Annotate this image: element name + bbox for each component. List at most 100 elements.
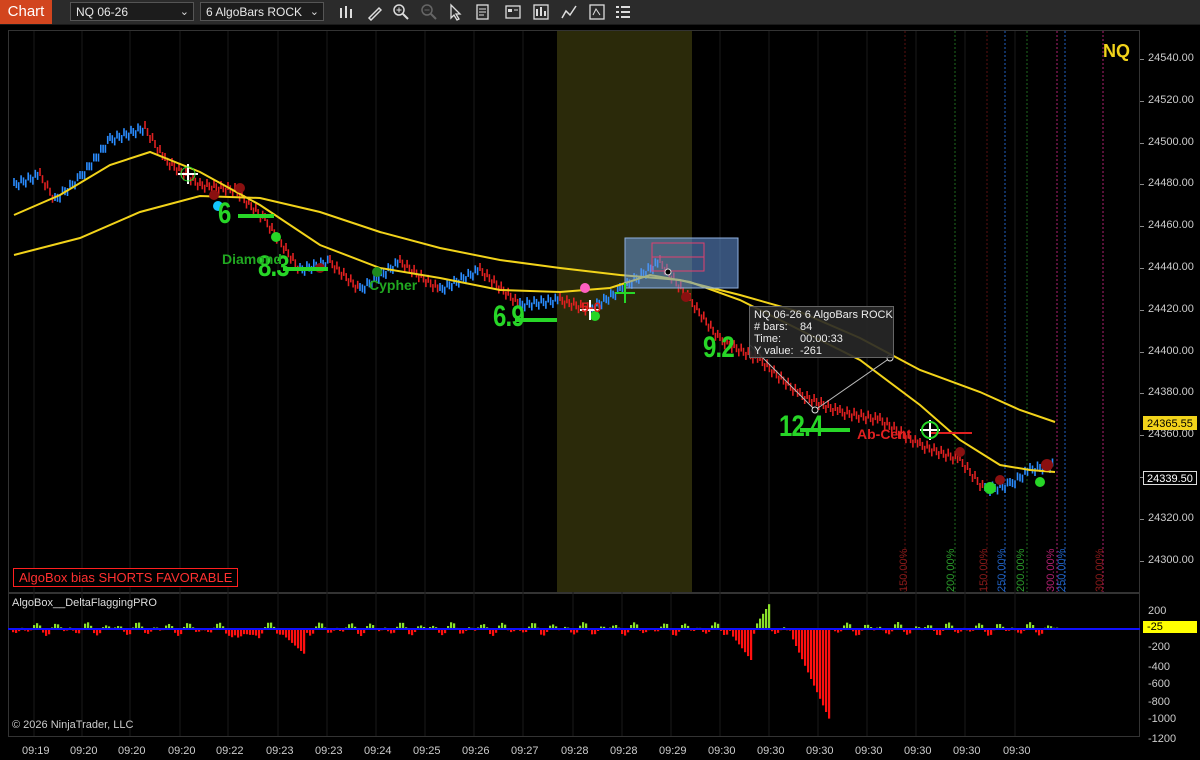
pattern-label: Ab-Cent bbox=[857, 426, 912, 442]
price-tick-label: 24320.00 bbox=[1148, 511, 1194, 524]
delta-bar bbox=[765, 609, 768, 629]
delta-bar bbox=[762, 613, 765, 629]
indicator-tick-label: -25 bbox=[1143, 621, 1197, 633]
delta-bar bbox=[810, 629, 813, 679]
data-tooltip: NQ 06-26 6 AlgoBars ROCK # bars: 84 Time:… bbox=[749, 306, 894, 358]
delta-bar bbox=[897, 622, 900, 629]
time-tick-label: 09:20 bbox=[168, 745, 196, 757]
session-highlight bbox=[557, 31, 692, 592]
time-tick-label: 09:30 bbox=[855, 745, 883, 757]
indicator-title: AlgoBox__DeltaFlaggingPRO bbox=[12, 597, 157, 609]
time-tick-label: 09:29 bbox=[659, 745, 687, 757]
signal-label: 6 bbox=[218, 197, 231, 230]
time-tick-label: 09:22 bbox=[216, 745, 244, 757]
delta-bar bbox=[747, 629, 750, 657]
delta-bar bbox=[816, 629, 819, 693]
pattern-label: 5-0 bbox=[581, 299, 602, 315]
moving-average-fast bbox=[13, 150, 1056, 473]
delta-bar bbox=[744, 629, 747, 653]
delta-bar bbox=[45, 629, 48, 636]
indicator-tick-label: -1000 bbox=[1148, 713, 1177, 725]
time-tick-label: 09:26 bbox=[462, 745, 490, 757]
price-tick bbox=[1140, 560, 1144, 562]
delta-bar bbox=[258, 629, 261, 639]
measure-point bbox=[664, 268, 672, 276]
indicator-tick-label: 200 bbox=[1148, 605, 1167, 617]
delta-bar bbox=[768, 604, 771, 629]
signal-dot bbox=[1035, 477, 1045, 487]
price-tick bbox=[1140, 100, 1144, 102]
time-tick-label: 09:25 bbox=[413, 745, 441, 757]
indicator-tick-label: -600 bbox=[1148, 678, 1171, 690]
delta-bar bbox=[450, 622, 453, 629]
indicator-tick-label: -400 bbox=[1148, 661, 1171, 673]
time-tick-label: 09:20 bbox=[70, 745, 98, 757]
price-tick bbox=[1140, 309, 1144, 311]
time-tick-label: 09:30 bbox=[953, 745, 981, 757]
time-tick-label: 09:20 bbox=[118, 745, 146, 757]
price-tick-label: 24460.00 bbox=[1148, 219, 1194, 232]
pattern-label: Cypher bbox=[369, 277, 418, 293]
time-tick-label: 09:30 bbox=[904, 745, 932, 757]
delta-bar bbox=[735, 629, 738, 641]
delta-bar bbox=[738, 629, 741, 645]
price-tick bbox=[1140, 393, 1144, 395]
delta-bar bbox=[807, 629, 810, 673]
price-tick bbox=[1140, 226, 1144, 228]
signal-dot bbox=[235, 183, 245, 193]
time-tick-label: 09:23 bbox=[315, 745, 343, 757]
delta-bar bbox=[285, 629, 288, 638]
percent-label: 150.00% bbox=[898, 548, 910, 592]
delta-bar bbox=[819, 629, 822, 699]
copyright-text: © 2026 NinjaTrader, LLC bbox=[12, 719, 134, 731]
price-tick-label: 24420.00 bbox=[1148, 302, 1194, 315]
signal-dot bbox=[1041, 459, 1053, 471]
delta-bar bbox=[240, 629, 243, 637]
signal-dot bbox=[681, 292, 691, 302]
bias-banner: AlgoBox bias SHORTS FAVORABLE bbox=[13, 568, 239, 587]
price-tick-label: 24500.00 bbox=[1148, 135, 1194, 148]
percent-label: 250.00% bbox=[996, 548, 1008, 592]
tooltip-value: 84 bbox=[800, 321, 813, 333]
delta-bar bbox=[360, 629, 363, 636]
time-tick-label: 09:30 bbox=[708, 745, 736, 757]
delta-bar bbox=[750, 629, 753, 660]
signal-dash bbox=[238, 214, 274, 218]
time-tick-label: 09:24 bbox=[364, 745, 392, 757]
delta-bar bbox=[294, 629, 297, 646]
price-tick-label: 24540.00 bbox=[1148, 52, 1194, 64]
percent-label: 200.00% bbox=[1015, 548, 1027, 592]
delta-bar bbox=[582, 622, 585, 629]
delta-bar bbox=[303, 629, 306, 654]
target-lines bbox=[904, 31, 1104, 592]
delta-bar bbox=[759, 618, 762, 629]
signal-dot bbox=[995, 475, 1005, 485]
signal-dot bbox=[271, 232, 281, 242]
delta-bar bbox=[492, 629, 495, 636]
signal-label: 12.4 bbox=[779, 410, 823, 443]
delta-bar bbox=[291, 629, 294, 643]
percent-label: 250.00% bbox=[1056, 548, 1068, 592]
delta-bar bbox=[822, 629, 825, 706]
delta-bar bbox=[1029, 622, 1032, 629]
time-tick-label: 09:19 bbox=[22, 745, 50, 757]
signal-label: 6.9 bbox=[493, 300, 525, 333]
price-axis[interactable]: 24540.00 24520.00 24500.00 24480.00 24460.00… bbox=[1140, 30, 1200, 745]
price-tick-label: 24380.00 bbox=[1148, 386, 1194, 399]
zone-box bbox=[624, 237, 739, 289]
time-tick-label: 09:30 bbox=[1003, 745, 1031, 757]
tooltip-key: Y value: bbox=[754, 345, 794, 357]
delta-bar bbox=[813, 629, 816, 686]
tooltip-key: # bars: bbox=[754, 321, 788, 333]
delta-bar bbox=[297, 629, 300, 649]
price-badge: 24339.50 bbox=[1143, 471, 1197, 485]
delta-bar bbox=[792, 629, 795, 640]
time-tick-label: 09:30 bbox=[806, 745, 834, 757]
time-axis[interactable]: 09:19 09:20 09:20 09:20 09:22 09:23 09:23 09:24… bbox=[0, 737, 1200, 760]
signal-dot bbox=[984, 482, 996, 494]
price-tick-label: 24520.00 bbox=[1148, 93, 1194, 106]
time-tick-label: 09:28 bbox=[561, 745, 589, 757]
tooltip-title: NQ 06-26 6 AlgoBars ROCK bbox=[754, 309, 893, 321]
signal-dot bbox=[372, 267, 382, 277]
price-tick bbox=[1140, 351, 1144, 353]
